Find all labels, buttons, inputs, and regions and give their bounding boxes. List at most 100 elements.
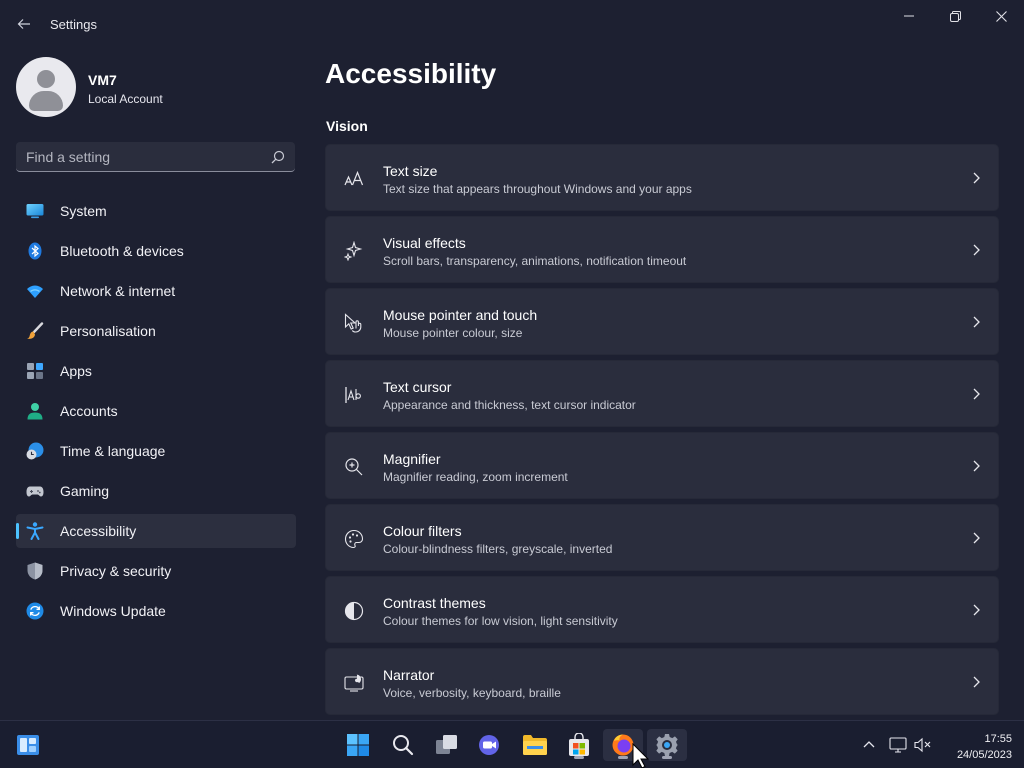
contrast-icon [344,601,364,621]
text-size-icon [344,170,364,186]
page-title: Accessibility [325,58,497,89]
close-icon [995,10,1007,22]
sidebar-item-windows-update[interactable]: Windows Update [16,594,296,628]
account-type: Local Account [88,92,163,106]
sidebar-item-privacy-security[interactable]: Privacy & security [16,554,296,588]
card-title: Colour filters [383,523,462,539]
sidebar-item-accounts[interactable]: Accounts [16,394,296,428]
avatar-head [37,70,55,88]
magnifier-icon [345,458,363,476]
settings-card-list: Text size Text size that appears through… [325,144,999,720]
back-arrow-icon [17,19,30,29]
chevron-right-icon [973,604,980,616]
card-magnifier[interactable]: Magnifier Magnifier reading, zoom increm… [325,432,999,499]
sidebar-item-personalisation[interactable]: Personalisation [16,314,296,348]
file-explorer-button[interactable] [515,729,555,761]
card-subtitle: Voice, verbosity, keyboard, braille [383,686,561,700]
chevron-right-icon [973,388,980,400]
start-button[interactable] [338,729,378,761]
widgets-button[interactable] [8,729,48,761]
sidebar-item-bluetooth[interactable]: Bluetooth & devices [16,234,296,268]
card-subtitle: Mouse pointer colour, size [383,326,523,340]
sidebar-item-label: Network & internet [60,283,176,299]
search-box[interactable] [16,142,295,172]
chevron-right-icon [973,460,980,472]
camera-chat-icon [479,735,499,755]
accessibility-icon [26,522,44,540]
card-text-cursor[interactable]: Text cursor Appearance and thickness, te… [325,360,999,427]
card-contrast-themes[interactable]: Contrast themes Colour themes for low vi… [325,576,999,643]
bluetooth-icon [28,242,42,260]
card-title: Visual effects [383,235,466,251]
chevron-right-icon [973,316,980,328]
network-monitor-icon [889,737,907,753]
card-text-size[interactable]: Text size Text size that appears through… [325,144,999,211]
update-icon [26,602,44,620]
minimize-icon [904,15,914,17]
show-hidden-icons-button[interactable] [859,735,879,755]
palette-icon [344,529,364,549]
sidebar-item-time-language[interactable]: Time & language [16,434,296,468]
search-icon [393,735,414,756]
sidebar-item-network[interactable]: Network & internet [16,274,296,308]
minimize-button[interactable] [886,0,932,32]
avatar-body [29,91,63,111]
card-subtitle: Appearance and thickness, text cursor in… [383,398,636,412]
sidebar-item-system[interactable]: System [16,194,296,228]
chevron-right-icon [973,676,980,688]
card-mouse-pointer-touch[interactable]: Mouse pointer and touch Mouse pointer co… [325,288,999,355]
sidebar-item-label: Personalisation [60,323,156,339]
sidebar-item-label: Accounts [60,403,118,419]
back-button[interactable] [10,10,38,38]
sidebar-item-label: Bluetooth & devices [60,243,184,259]
folder-icon [523,735,547,755]
store-bag-icon [569,733,589,756]
chevron-up-icon [863,741,875,748]
text-cursor-icon [345,387,361,403]
card-subtitle: Scroll bars, transparency, animations, n… [383,254,687,268]
task-view-button[interactable] [427,729,467,761]
chevron-right-icon [973,172,980,184]
user-name: VM7 [88,72,117,88]
card-title: Text size [383,163,438,179]
search-icon[interactable] [270,149,286,165]
taskbar-search-button[interactable] [383,729,423,761]
card-title: Contrast themes [383,595,486,611]
chevron-right-icon [973,532,980,544]
search-input[interactable] [16,142,256,171]
card-title: Narrator [383,667,435,683]
sidebar-nav: System Bluetooth & devices Network & int… [16,194,296,634]
section-title-vision: Vision [326,118,368,134]
narrator-icon [344,674,364,692]
card-colour-filters[interactable]: Colour filters Colour-blindness filters,… [325,504,999,571]
card-subtitle: Text size that appears throughout Window… [383,182,692,196]
apps-icon [27,363,43,379]
card-subtitle: Colour themes for low vision, light sens… [383,614,618,628]
sidebar-item-accessibility[interactable]: Accessibility [16,514,296,548]
sparkle-icon [344,241,363,261]
gamepad-icon [26,486,44,497]
card-narrator[interactable]: Narrator Voice, verbosity, keyboard, bra… [325,648,999,715]
close-button[interactable] [978,0,1024,32]
clock[interactable]: 17:55 24/05/2023 [936,731,1012,763]
running-indicator [662,756,672,759]
card-visual-effects[interactable]: Visual effects Scroll bars, transparency… [325,216,999,283]
sidebar-item-label: Gaming [60,483,110,499]
windows-logo-icon [347,734,369,756]
avatar[interactable] [16,57,76,117]
sidebar-item-apps[interactable]: Apps [16,354,296,388]
network-tray-button[interactable] [888,735,908,755]
sidebar-item-gaming[interactable]: Gaming [16,474,296,508]
taskbar: 17:55 24/05/2023 [0,720,1024,768]
widgets-icon [17,735,39,755]
pointer-touch-icon [344,313,362,333]
restore-button[interactable] [932,0,978,32]
volume-tray-button[interactable] [913,735,933,755]
running-indicator [574,756,584,759]
task-view-icon [436,735,457,754]
settings-window: Settings VM7 Local Account Find a settin… [0,0,1024,720]
restore-icon [949,10,961,22]
wifi-icon [27,285,43,298]
store-button[interactable] [559,729,599,761]
chat-button[interactable] [470,729,510,761]
